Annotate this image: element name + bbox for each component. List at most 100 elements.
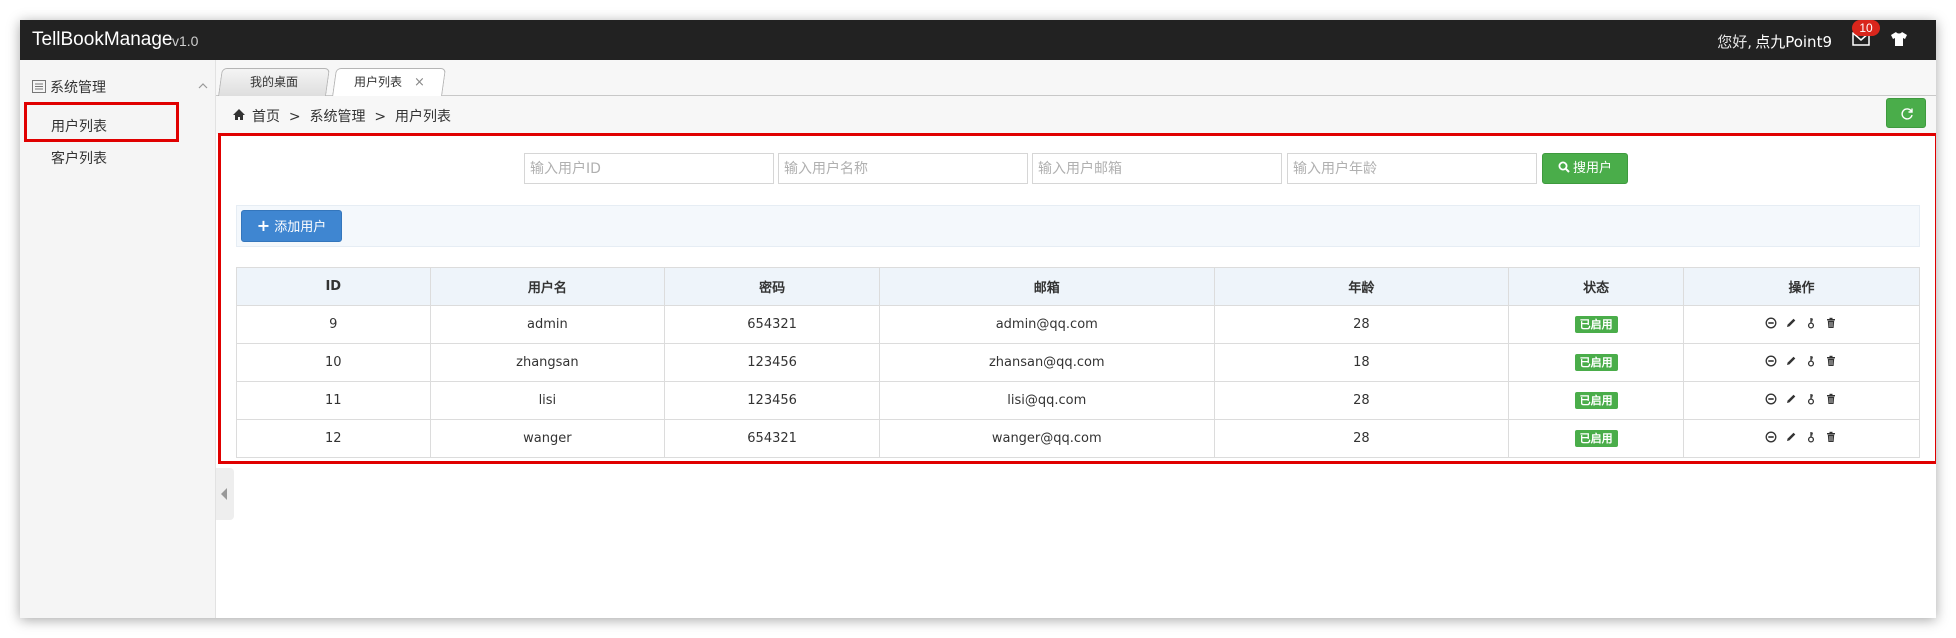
search-user-email-input[interactable] bbox=[1032, 153, 1282, 184]
sidebar-item-user-list[interactable]: 用户列表 bbox=[51, 116, 107, 136]
key-icon[interactable] bbox=[1805, 317, 1817, 329]
tab-my-desktop[interactable]: 我的桌面 bbox=[218, 68, 330, 96]
refresh-button[interactable] bbox=[1886, 98, 1926, 128]
table-body: 9 admin 654321 admin@qq.com 28 已启用 10 zh… bbox=[236, 305, 1921, 458]
column-header-password[interactable]: 密码 bbox=[664, 267, 880, 306]
trash-icon[interactable] bbox=[1825, 431, 1837, 443]
status-badge: 已启用 bbox=[1574, 392, 1618, 409]
cell-password: 123456 bbox=[664, 343, 880, 382]
top-navbar: TellBookManage v1.0 您好, 点九Point9 10 bbox=[20, 20, 1936, 60]
search-user-name-input[interactable] bbox=[778, 153, 1028, 184]
cell-age: 28 bbox=[1213, 381, 1510, 420]
cell-password: 654321 bbox=[664, 305, 880, 344]
search-button-label: 搜用户 bbox=[1572, 161, 1612, 176]
close-icon[interactable]: × bbox=[414, 75, 425, 90]
cell-id: 10 bbox=[236, 343, 431, 382]
cell-actions bbox=[1682, 419, 1921, 458]
list-icon bbox=[32, 80, 46, 93]
table-header-row: ID 用户名 密码 邮箱 年龄 状态 操作 bbox=[236, 267, 1921, 306]
sidebar: 系统管理 用户列表 客户列表 bbox=[20, 60, 216, 618]
cell-id: 12 bbox=[236, 419, 431, 458]
cell-age: 18 bbox=[1213, 343, 1510, 382]
disable-icon[interactable] bbox=[1765, 431, 1777, 443]
chevron-up-icon bbox=[198, 83, 208, 89]
edit-icon[interactable] bbox=[1785, 393, 1797, 405]
cell-username: lisi bbox=[429, 381, 666, 420]
trash-icon[interactable] bbox=[1825, 393, 1837, 405]
breadcrumb: 首页 > 系统管理 > 用户列表 bbox=[252, 109, 452, 125]
tab-bar: 我的桌面 用户列表 × bbox=[216, 60, 1936, 97]
cell-id: 9 bbox=[236, 305, 431, 344]
notification-badge: 10 bbox=[1852, 20, 1880, 36]
sidebar-collapse-button[interactable] bbox=[216, 468, 234, 520]
column-header-email[interactable]: 邮箱 bbox=[878, 267, 1215, 306]
greeting-text: 您好, bbox=[1717, 33, 1752, 51]
key-icon[interactable] bbox=[1805, 431, 1817, 443]
add-user-label: 添加用户 bbox=[274, 220, 327, 235]
status-badge: 已启用 bbox=[1574, 316, 1618, 333]
cell-status: 已启用 bbox=[1508, 419, 1684, 458]
column-header-actions: 操作 bbox=[1682, 267, 1921, 306]
table-row: 12 wanger 654321 wanger@qq.com 28 已启用 bbox=[236, 419, 1921, 458]
status-badge: 已启用 bbox=[1574, 430, 1618, 447]
refresh-icon bbox=[1901, 108, 1913, 120]
row-actions bbox=[1765, 355, 1837, 367]
edit-icon[interactable] bbox=[1785, 431, 1797, 443]
cell-email: wanger@qq.com bbox=[878, 419, 1215, 458]
tshirt-icon[interactable] bbox=[1890, 31, 1908, 47]
add-user-button[interactable]: + 添加用户 bbox=[241, 210, 342, 242]
cell-username: wanger bbox=[429, 419, 666, 458]
cell-actions bbox=[1682, 305, 1921, 344]
search-user-button[interactable]: 搜用户 bbox=[1542, 153, 1628, 184]
chevron-left-icon bbox=[221, 488, 227, 500]
edit-icon[interactable] bbox=[1785, 317, 1797, 329]
cell-actions bbox=[1682, 343, 1921, 382]
user-table: ID 用户名 密码 邮箱 年龄 状态 操作 9 admin 654321 adm… bbox=[236, 267, 1921, 458]
row-actions bbox=[1765, 317, 1837, 329]
cell-password: 123456 bbox=[664, 381, 880, 420]
sidebar-group-system[interactable]: 系统管理 bbox=[32, 76, 208, 98]
key-icon[interactable] bbox=[1805, 393, 1817, 405]
column-header-username[interactable]: 用户名 bbox=[429, 267, 666, 306]
app-window: TellBookManage v1.0 您好, 点九Point9 10 系统管理 bbox=[20, 20, 1936, 618]
cell-id: 11 bbox=[236, 381, 431, 420]
column-header-id[interactable]: ID bbox=[236, 267, 431, 306]
search-user-age-input[interactable] bbox=[1287, 153, 1537, 184]
user-menu[interactable]: 点九Point9 bbox=[1755, 31, 1832, 52]
search-icon bbox=[1558, 161, 1570, 173]
tab-label: 用户列表 bbox=[353, 75, 402, 89]
cell-actions bbox=[1682, 381, 1921, 420]
app-brand[interactable]: TellBookManage bbox=[32, 29, 172, 51]
cell-username: zhangsan bbox=[429, 343, 666, 382]
column-header-status[interactable]: 状态 bbox=[1508, 267, 1684, 306]
app-version: v1.0 bbox=[172, 33, 199, 49]
table-row: 9 admin 654321 admin@qq.com 28 已启用 bbox=[236, 305, 1921, 344]
column-header-age[interactable]: 年龄 bbox=[1213, 267, 1510, 306]
disable-icon[interactable] bbox=[1765, 355, 1777, 367]
edit-icon[interactable] bbox=[1785, 355, 1797, 367]
cell-email: admin@qq.com bbox=[878, 305, 1215, 344]
table-toolbar: + 添加用户 bbox=[236, 205, 1920, 247]
home-icon bbox=[233, 109, 245, 120]
cell-age: 28 bbox=[1213, 419, 1510, 458]
row-actions bbox=[1765, 431, 1837, 443]
cell-status: 已启用 bbox=[1508, 305, 1684, 344]
table-row: 11 lisi 123456 lisi@qq.com 28 已启用 bbox=[236, 381, 1921, 420]
search-user-id-input[interactable] bbox=[524, 153, 774, 184]
disable-icon[interactable] bbox=[1765, 393, 1777, 405]
sidebar-item-customer-list[interactable]: 客户列表 bbox=[51, 148, 107, 168]
tab-label: 我的桌面 bbox=[249, 75, 298, 89]
trash-icon[interactable] bbox=[1825, 317, 1837, 329]
cell-age: 28 bbox=[1213, 305, 1510, 344]
status-badge: 已启用 bbox=[1574, 354, 1618, 371]
trash-icon[interactable] bbox=[1825, 355, 1837, 367]
key-icon[interactable] bbox=[1805, 355, 1817, 367]
row-actions bbox=[1765, 393, 1837, 405]
cell-username: admin bbox=[429, 305, 666, 344]
tab-user-list[interactable]: 用户列表 × bbox=[331, 68, 447, 97]
main-content: 搜用户 +添加用户 ID 用户名 密码 邮箱 年龄 状态 操作 bbox=[218, 133, 1936, 464]
disable-icon[interactable] bbox=[1765, 317, 1777, 329]
plus-icon: + bbox=[256, 216, 271, 235]
table-row: 10 zhangsan 123456 zhansan@qq.com 18 已启用 bbox=[236, 343, 1921, 382]
cell-email: lisi@qq.com bbox=[878, 381, 1215, 420]
